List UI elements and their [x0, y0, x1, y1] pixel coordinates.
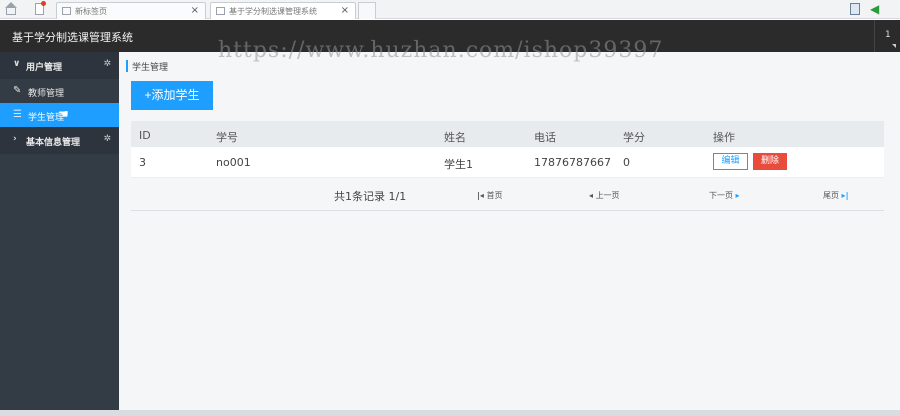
- table-header: ID 学号 姓名 电话 学分 操作: [131, 121, 884, 147]
- gear-icon: ✲: [103, 134, 111, 144]
- table-row[interactable]: 3 no001 学生1 17876787667 0 编辑 删除: [131, 147, 884, 178]
- watermark: https://www.huzhan.com/ishop39397: [218, 38, 664, 63]
- column-header-phone[interactable]: 电话: [534, 129, 556, 145]
- next-page-label: 下一页: [709, 191, 733, 200]
- first-page-label: 首页: [486, 191, 503, 200]
- column-header-id[interactable]: ID: [139, 129, 151, 142]
- cell-credits: 0: [623, 156, 630, 169]
- sidebar-group-basic-info[interactable]: › 基本信息管理 ✲: [0, 127, 119, 154]
- app-title: 基于学分制选课管理系统: [12, 31, 133, 44]
- column-header-name[interactable]: 姓名: [444, 129, 466, 145]
- sidebar-item-student-management[interactable]: ☰ 学生管理 ☚: [0, 103, 119, 127]
- pagination: 共1条记录 1/1 |◂ 首页 ◂ 上一页 下一页 ▸ 尾页 ▸|: [131, 181, 884, 211]
- record-count: 共1条记录 1/1: [334, 190, 407, 203]
- close-icon[interactable]: ×: [191, 5, 199, 16]
- column-header-credits[interactable]: 学分: [623, 129, 645, 145]
- last-page-label: 尾页: [823, 191, 839, 200]
- prev-page-label: 上一页: [595, 191, 620, 200]
- chevron-down-icon: ∨: [13, 59, 21, 69]
- browser-tab-app[interactable]: 基于学分制选课管理系统 ×: [210, 2, 356, 19]
- home-icon[interactable]: [5, 2, 17, 15]
- next-page-icon: ▸: [735, 191, 740, 200]
- hand-cursor-icon: ☚: [58, 107, 69, 121]
- sidebar-group-user-management[interactable]: ∨ 用户管理 ✲: [0, 52, 119, 79]
- list-icon: ☰: [13, 109, 22, 120]
- breadcrumb: 学生管理: [126, 60, 168, 73]
- cell-phone: 17876787667: [534, 156, 611, 169]
- back-arrow-icon[interactable]: ◀: [870, 2, 879, 16]
- page-icon: [216, 7, 225, 15]
- sidebar-group-label: 用户管理: [26, 63, 63, 73]
- delete-button[interactable]: 删除: [753, 153, 787, 170]
- first-page-link[interactable]: |◂ 首页: [477, 190, 502, 201]
- prev-page-link[interactable]: ◂ 上一页: [589, 190, 620, 201]
- tab-label: 新标签页: [75, 7, 107, 16]
- pencil-icon: ✎: [13, 85, 22, 96]
- sidebar-group-label: 基本信息管理: [26, 138, 81, 148]
- last-page-link[interactable]: 尾页 ▸|: [823, 190, 848, 201]
- browser-tab-strip: 新标签页 × 基于学分制选课管理系统 × ◀: [0, 0, 900, 19]
- chevron-right-icon: ›: [13, 134, 17, 144]
- sidebar: ∨ 用户管理 ✲ ✎ 教师管理 ☰ 学生管理 ☚ › 基本信息管理 ✲: [0, 52, 119, 416]
- main-content: 学生管理 +添加学生 ID 学号 姓名 电话 学分 操作 3 no001 学生1…: [119, 52, 900, 416]
- next-page-link[interactable]: 下一页 ▸: [709, 190, 740, 201]
- gear-icon: ✲: [103, 59, 111, 69]
- edit-button[interactable]: 编辑: [713, 153, 748, 170]
- user-badge: 1: [885, 30, 891, 40]
- first-page-icon: |◂: [477, 191, 484, 200]
- browser-tab-new-page[interactable]: 新标签页 ×: [56, 2, 206, 19]
- new-tab-button[interactable]: [358, 2, 376, 19]
- prev-page-icon: ◂: [589, 191, 594, 200]
- status-bar: [0, 410, 900, 416]
- save-icon[interactable]: [850, 3, 860, 15]
- user-menu-button[interactable]: 1: [874, 20, 900, 52]
- close-icon[interactable]: ×: [341, 5, 349, 16]
- tab-label: 基于学分制选课管理系统: [229, 7, 317, 16]
- student-table: ID 学号 姓名 电话 学分 操作 3 no001 学生1 1787678766…: [131, 121, 884, 178]
- cell-name: 学生1: [444, 158, 473, 171]
- caret-icon: [892, 44, 896, 48]
- sidebar-item-label: 教师管理: [28, 89, 65, 99]
- sidebar-item-teacher-management[interactable]: ✎ 教师管理: [0, 79, 119, 103]
- column-header-student-no[interactable]: 学号: [216, 129, 238, 145]
- cell-id: 3: [139, 156, 146, 169]
- add-student-button[interactable]: +添加学生: [131, 81, 213, 110]
- notes-icon[interactable]: [35, 1, 46, 15]
- last-page-icon: ▸|: [841, 191, 849, 200]
- cell-student-no: no001: [216, 156, 251, 169]
- column-header-actions: 操作: [713, 131, 735, 144]
- grid-icon: [62, 7, 71, 15]
